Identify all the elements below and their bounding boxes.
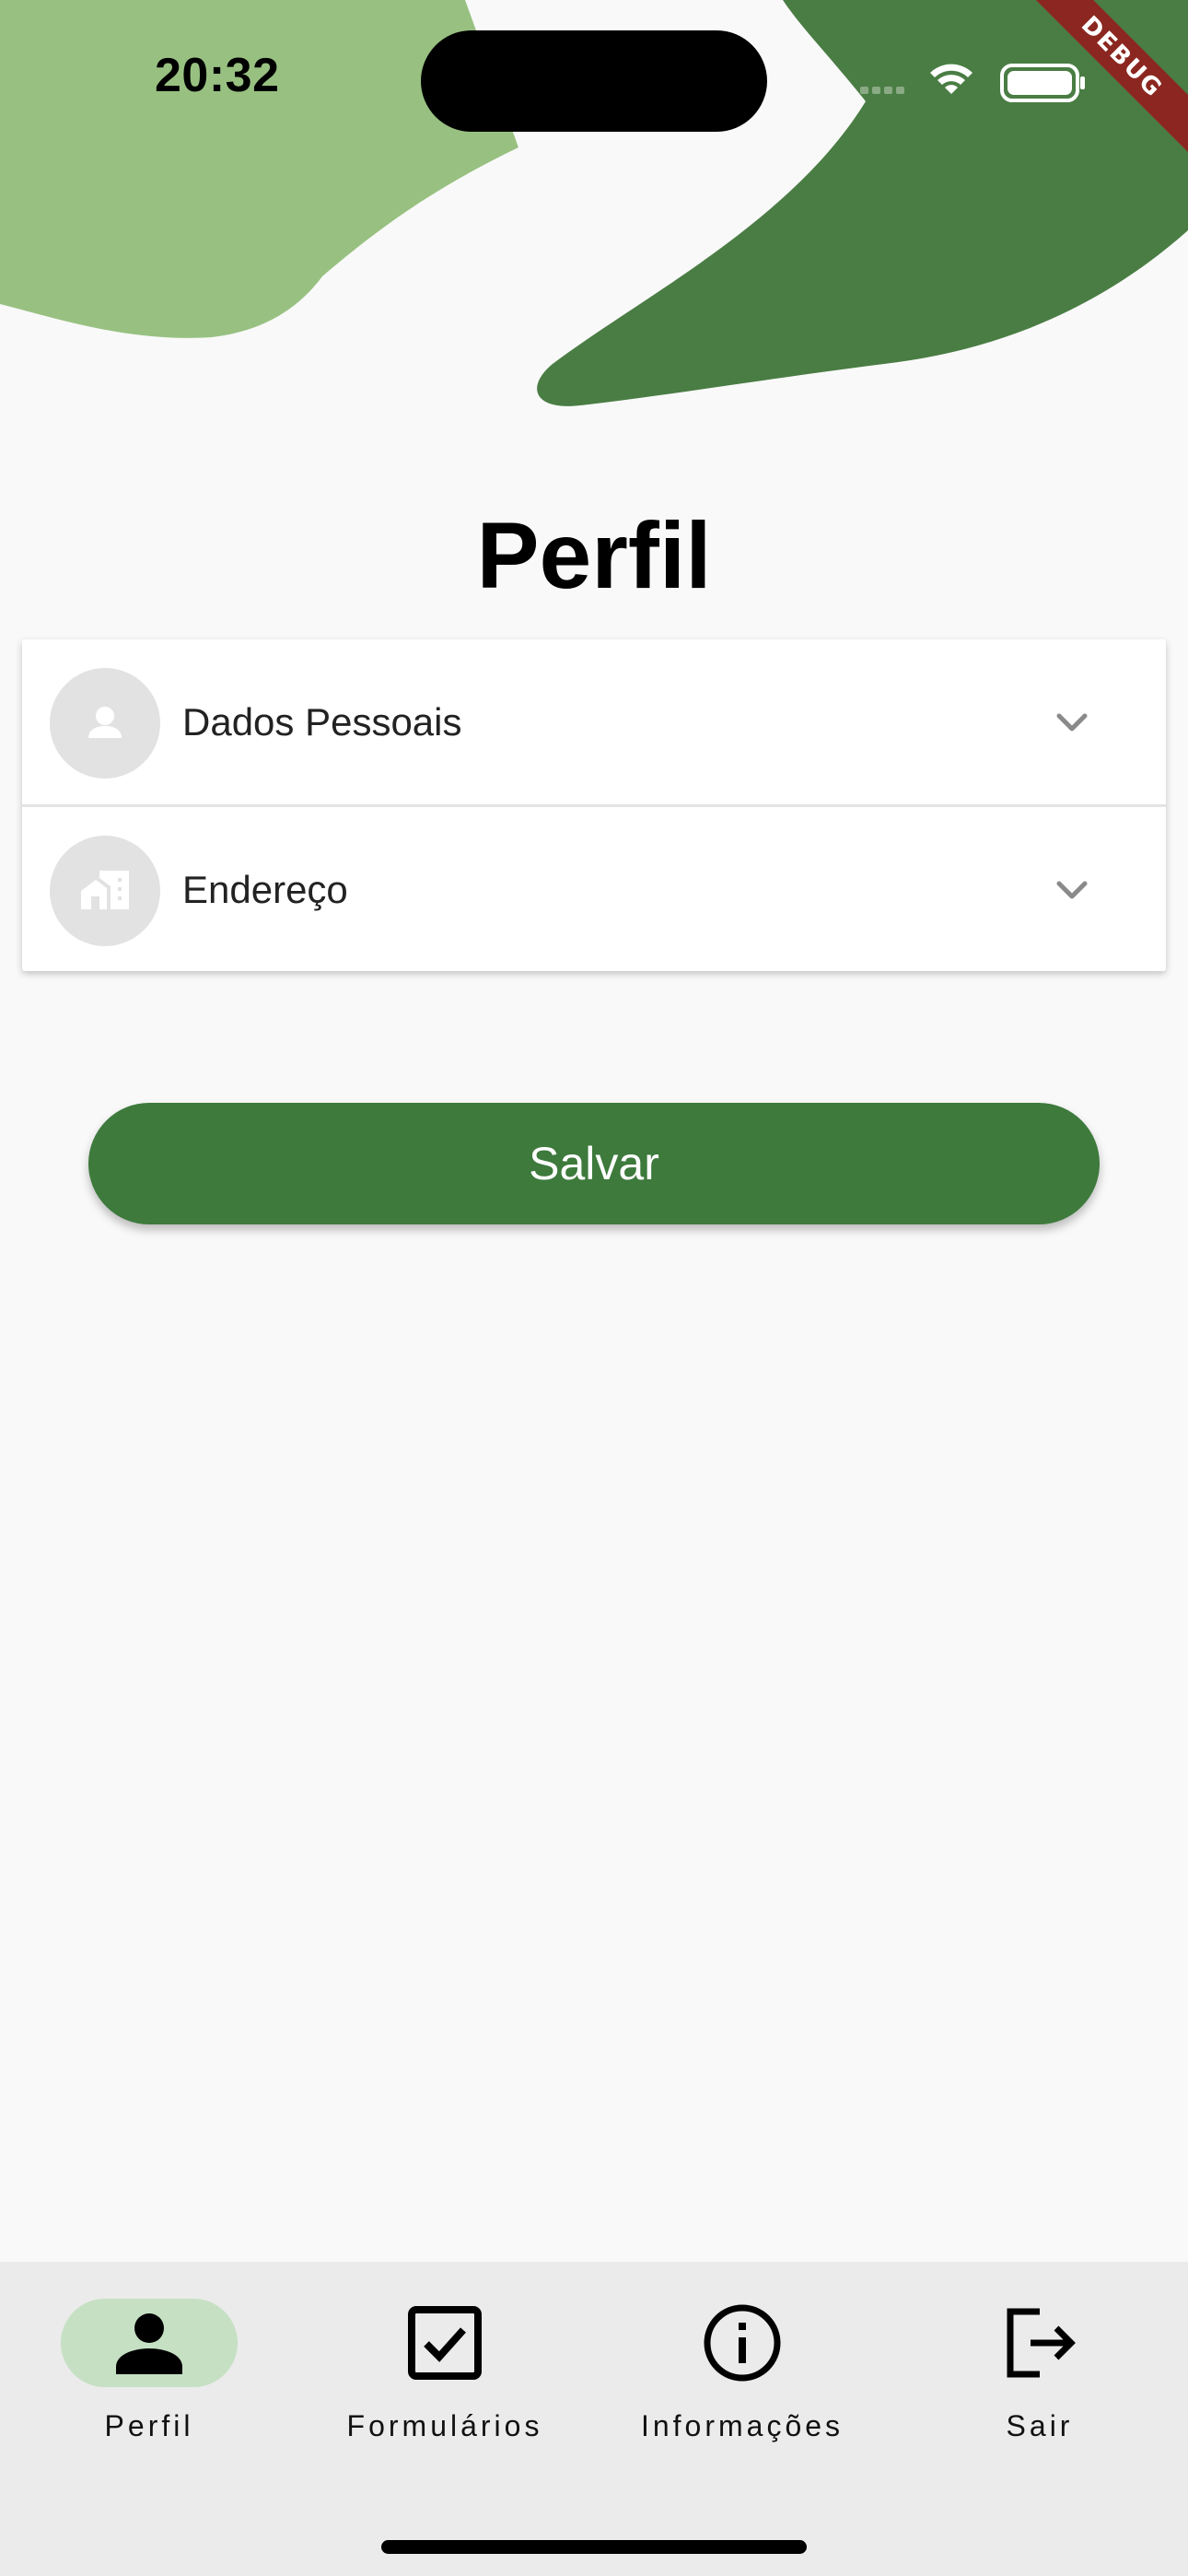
section-label: Endereço xyxy=(182,868,348,911)
nav-item-perfil[interactable]: Perfil xyxy=(11,2299,287,2455)
person-icon xyxy=(116,2313,182,2374)
section-avatar xyxy=(50,836,160,946)
checkbox-icon xyxy=(408,2306,482,2380)
dynamic-island xyxy=(421,30,767,132)
chevron-down-icon[interactable] xyxy=(1054,704,1090,741)
page-title: Perfil xyxy=(476,503,712,608)
home-work-icon xyxy=(81,871,129,909)
section-dados-pessoais[interactable]: Dados Pessoais xyxy=(22,639,1166,807)
status-time: 20:32 xyxy=(155,49,280,102)
nav-item-informacoes[interactable]: Informações xyxy=(604,2299,880,2455)
debug-banner: DEBUG xyxy=(1004,0,1188,184)
cellular-signal-icon xyxy=(860,87,904,94)
bottom-navigation-bar: Perfil Formulários Informações Sair xyxy=(0,2262,1188,2576)
section-endereco[interactable]: Endereço xyxy=(22,807,1166,975)
nav-item-formularios[interactable]: Formulários xyxy=(307,2299,583,2455)
chevron-down-icon[interactable] xyxy=(1054,872,1090,908)
section-label: Dados Pessoais xyxy=(182,700,462,744)
wifi-icon xyxy=(930,64,973,94)
home-indicator xyxy=(381,2540,807,2554)
nav-item-sair[interactable]: Sair xyxy=(902,2299,1178,2455)
person-icon xyxy=(88,707,122,738)
nav-label: Formulários xyxy=(346,2409,543,2442)
logout-icon xyxy=(1007,2308,1076,2378)
save-button[interactable]: Salvar xyxy=(88,1103,1100,1224)
info-icon xyxy=(704,2304,781,2382)
debug-label: DEBUG xyxy=(1022,0,1188,157)
section-avatar xyxy=(50,668,160,779)
nav-label: Sair xyxy=(1006,2409,1074,2442)
profile-sections-panel: Dados Pessoais Endereço xyxy=(22,639,1166,971)
nav-label: Perfil xyxy=(104,2409,194,2442)
nav-label: Informações xyxy=(640,2409,844,2442)
